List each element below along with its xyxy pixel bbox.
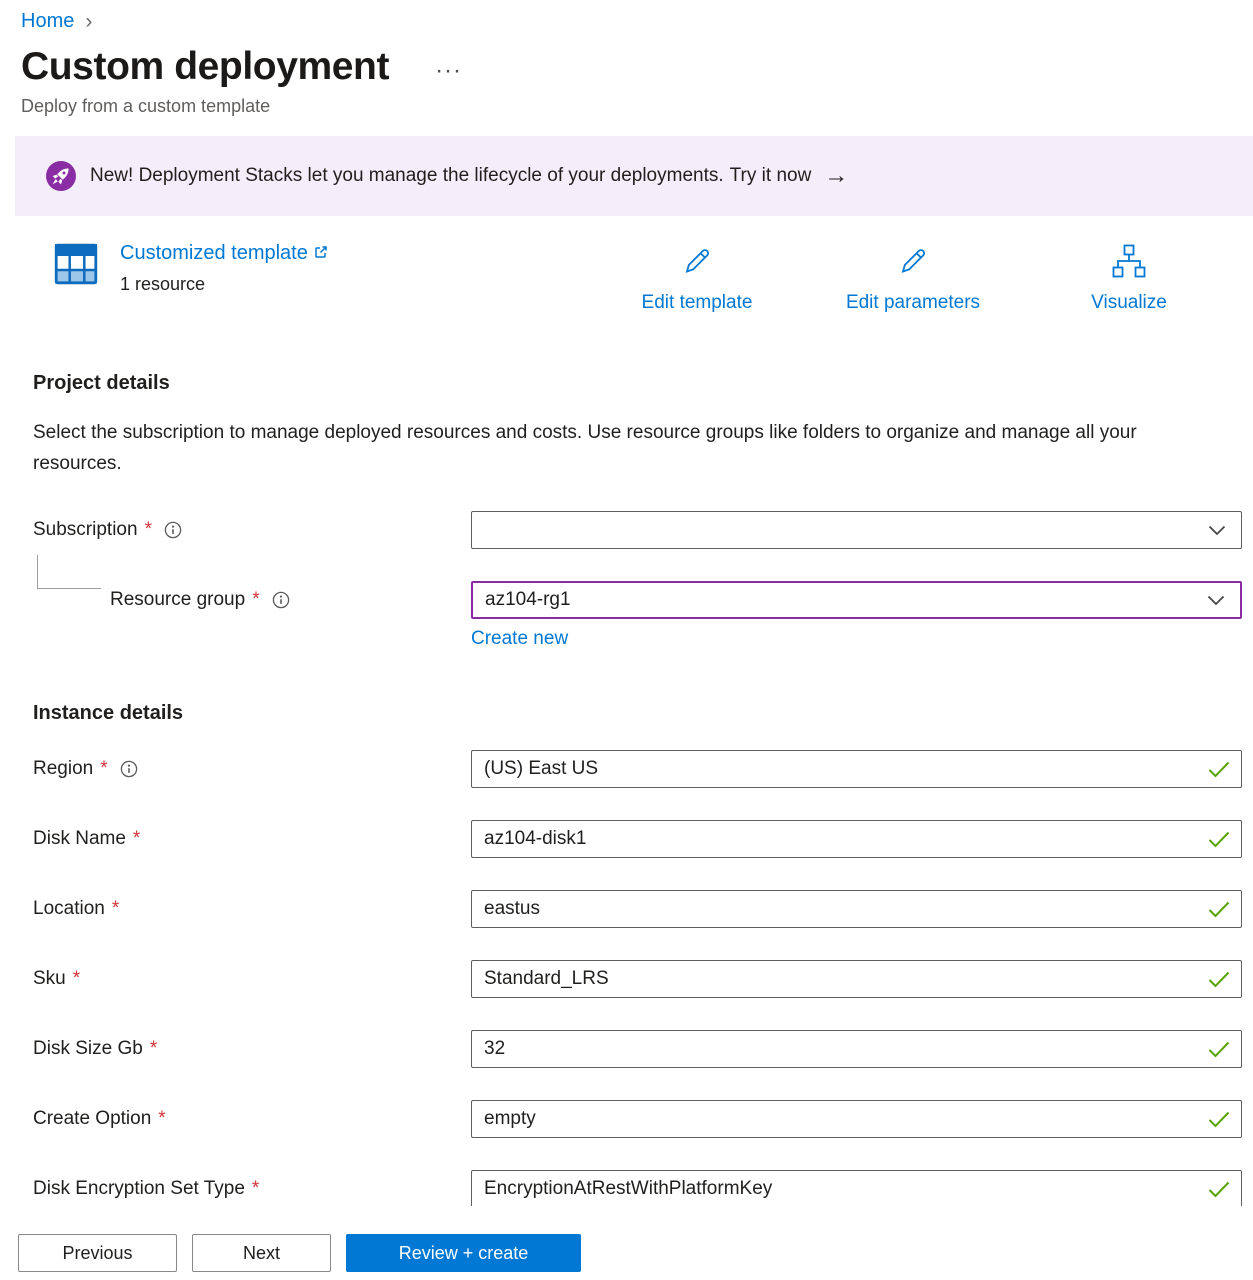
template-link-label: Customized template <box>120 242 308 265</box>
disk-name-input-field[interactable] <box>472 821 1208 857</box>
breadcrumb-separator: › <box>85 11 92 32</box>
region-field-row: Region * <box>33 750 1253 788</box>
template-section: Customized template 1 resource Edit temp… <box>0 240 1253 326</box>
field-label-text: Sku <box>33 968 66 990</box>
next-button[interactable]: Next <box>192 1234 331 1272</box>
disk-name-input[interactable] <box>471 820 1242 858</box>
required-asterisk: * <box>150 1038 157 1060</box>
visualize-label: Visualize <box>1091 292 1167 314</box>
subscription-input[interactable] <box>472 512 1208 548</box>
field-label-text: Subscription <box>33 519 138 541</box>
disk-encryption-set-type-input-field[interactable] <box>472 1171 1208 1207</box>
disk-encryption-set-type-input[interactable] <box>471 1170 1242 1208</box>
field-label-text: Location <box>33 898 105 920</box>
banner-try-it-now-link[interactable]: Try it now <box>730 165 812 187</box>
create-option-field-row: Create Option * <box>33 1100 1253 1138</box>
resource-group-combobox[interactable] <box>471 581 1242 619</box>
sku-field-row: Sku * <box>33 960 1253 998</box>
edit-template-label: Edit template <box>642 292 753 314</box>
subscription-combobox[interactable] <box>471 511 1242 549</box>
field-label-text: Resource group <box>110 589 245 611</box>
project-details-heading: Project details <box>33 372 1253 395</box>
external-link-icon <box>314 242 328 265</box>
instance-details-heading: Instance details <box>33 702 1253 725</box>
hierarchy-icon <box>1110 244 1148 283</box>
required-asterisk: * <box>252 589 259 611</box>
required-asterisk: * <box>158 1108 165 1130</box>
disk-size-gb-field-row: Disk Size Gb * <box>33 1030 1253 1068</box>
banner-message: New! Deployment Stacks let you manage th… <box>90 165 724 187</box>
required-asterisk: * <box>100 758 107 780</box>
chevron-down-icon <box>1208 525 1226 536</box>
edit-template-button[interactable]: Edit template <box>587 244 807 314</box>
pencil-icon <box>896 244 930 283</box>
field-label-text: Region <box>33 758 93 780</box>
location-input-field[interactable] <box>472 891 1208 927</box>
review-create-button[interactable]: Review + create <box>346 1234 581 1272</box>
required-asterisk: * <box>145 519 152 541</box>
footer-bar: Previous Next Review + create <box>0 1206 1253 1280</box>
field-label-text: Disk Size Gb <box>33 1038 143 1060</box>
customized-template-link[interactable]: Customized template <box>120 242 328 265</box>
valid-check-icon <box>1208 1111 1230 1128</box>
breadcrumb: Home › <box>0 0 1253 33</box>
subscription-field-row: Subscription * <box>33 511 1253 549</box>
valid-check-icon <box>1208 901 1230 918</box>
resource-group-input[interactable] <box>473 583 1207 617</box>
valid-check-icon <box>1208 1181 1230 1198</box>
page-title: Custom deployment <box>21 45 389 89</box>
disk-name-field-row: Disk Name * <box>33 820 1253 858</box>
location-input[interactable] <box>471 890 1242 928</box>
edit-parameters-button[interactable]: Edit parameters <box>803 244 1023 314</box>
region-input-field[interactable] <box>472 751 1208 787</box>
create-option-input[interactable] <box>471 1100 1242 1138</box>
breadcrumb-home-link[interactable]: Home <box>21 10 74 33</box>
project-details-description: Select the subscription to manage deploy… <box>33 417 1185 479</box>
sku-input[interactable] <box>471 960 1242 998</box>
page-subtitle: Deploy from a custom template <box>21 96 1253 117</box>
required-asterisk: * <box>112 898 119 920</box>
info-icon[interactable] <box>164 521 182 539</box>
disk-encryption-set-type-field-row: Disk Encryption Set Type * <box>33 1170 1253 1208</box>
more-menu-button[interactable]: ··· <box>435 59 462 83</box>
region-input[interactable] <box>471 750 1242 788</box>
sku-input-field[interactable] <box>472 961 1208 997</box>
arrow-right-icon[interactable]: → <box>824 164 848 188</box>
instance-details-form: Region * Disk Name * Location * <box>33 750 1253 1208</box>
resource-count: 1 resource <box>120 274 328 295</box>
disk-size-gb-input-field[interactable] <box>472 1031 1208 1067</box>
required-asterisk: * <box>133 828 140 850</box>
field-label-text: Disk Encryption Set Type <box>33 1178 245 1200</box>
deployment-stacks-banner[interactable]: New! Deployment Stacks let you manage th… <box>15 136 1253 216</box>
valid-check-icon <box>1208 761 1230 778</box>
field-label-text: Create Option <box>33 1108 151 1130</box>
valid-check-icon <box>1208 971 1230 988</box>
project-details-form: Subscription * Resource group * <box>33 511 1253 650</box>
chevron-down-icon <box>1207 595 1225 606</box>
create-new-link[interactable]: Create new <box>471 628 568 650</box>
pencil-icon <box>680 244 714 283</box>
valid-check-icon <box>1208 831 1230 848</box>
required-asterisk: * <box>252 1178 259 1200</box>
disk-size-gb-input[interactable] <box>471 1030 1242 1068</box>
visualize-button[interactable]: Visualize <box>1019 244 1239 314</box>
info-icon[interactable] <box>120 760 138 778</box>
required-asterisk: * <box>73 968 80 990</box>
rocket-icon <box>46 161 76 191</box>
valid-check-icon <box>1208 1041 1230 1058</box>
template-icon <box>53 242 99 295</box>
field-label-text: Disk Name <box>33 828 126 850</box>
resource-group-field-row: Resource group * <box>33 581 1253 619</box>
info-icon[interactable] <box>272 591 290 609</box>
edit-parameters-label: Edit parameters <box>846 292 980 314</box>
location-field-row: Location * <box>33 890 1253 928</box>
previous-button[interactable]: Previous <box>18 1234 177 1272</box>
create-option-input-field[interactable] <box>472 1101 1208 1137</box>
